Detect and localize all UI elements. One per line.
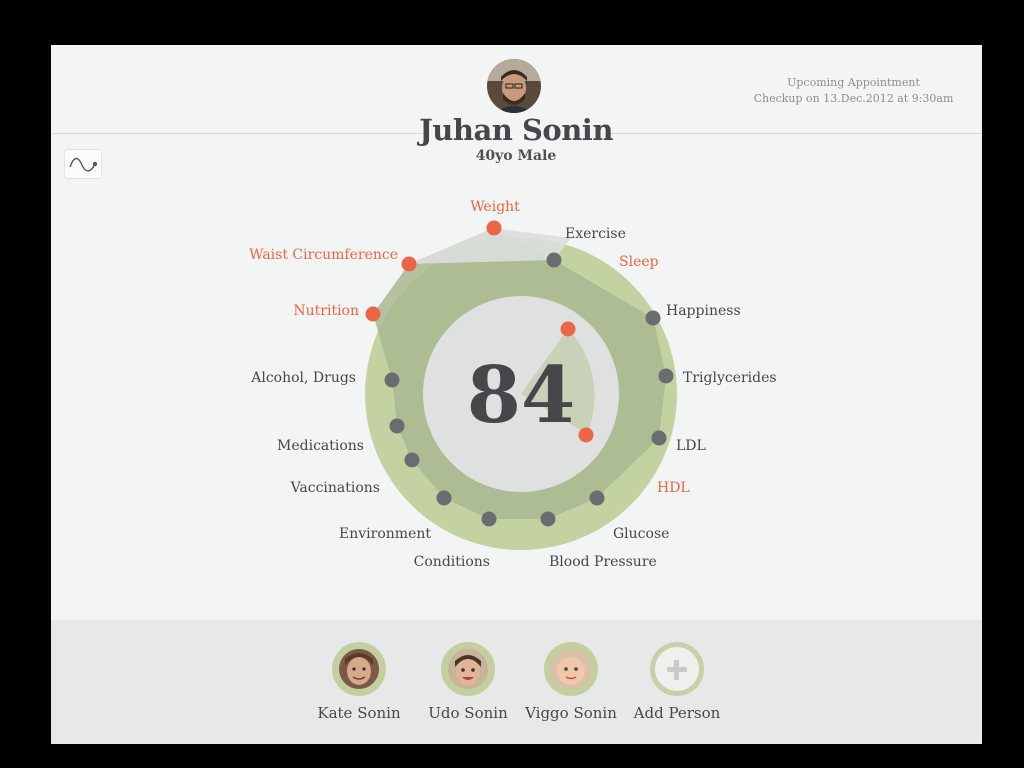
metric-label-triglycerides[interactable]: Triglycerides bbox=[683, 370, 777, 386]
metric-dot-ldl[interactable] bbox=[651, 430, 667, 446]
person-ring bbox=[332, 642, 386, 696]
metric-label-hdl[interactable]: HDL bbox=[657, 480, 690, 496]
person-udo[interactable]: Udo Sonin bbox=[408, 642, 528, 722]
health-wheel: 84 Weight Exercise Sleep Happiness Triglycer… bbox=[249, 199, 777, 570]
metric-label-ldl[interactable]: LDL bbox=[676, 438, 706, 454]
metric-dot-sleep[interactable] bbox=[560, 321, 576, 337]
app-screen: Juhan Sonin 40yo Male Upcoming Appointme… bbox=[51, 45, 982, 744]
add-person-label: Add Person bbox=[633, 704, 721, 722]
person-avatar bbox=[551, 649, 591, 689]
metric-label-glucose[interactable]: Glucose bbox=[613, 526, 669, 542]
metric-dot-alcohol-drugs[interactable] bbox=[384, 372, 400, 388]
metric-dot-waist-circumference[interactable] bbox=[401, 256, 417, 272]
family-bar: Kate Sonin Udo Sonin Viggo Sonin Add Per… bbox=[51, 620, 982, 744]
metric-label-sleep[interactable]: Sleep bbox=[619, 254, 659, 270]
metric-dot-blood-pressure[interactable] bbox=[540, 511, 556, 527]
person-avatar bbox=[339, 649, 379, 689]
metric-label-environment[interactable]: Environment bbox=[339, 526, 431, 542]
metric-label-weight[interactable]: Weight bbox=[470, 199, 520, 215]
person-avatar bbox=[448, 649, 488, 689]
metric-dot-environment[interactable] bbox=[436, 490, 452, 506]
metric-dot-exercise[interactable] bbox=[546, 252, 562, 268]
add-person-button[interactable]: Add Person bbox=[617, 642, 737, 722]
metric-label-happiness[interactable]: Happiness bbox=[666, 303, 741, 319]
metric-label-vaccinations[interactable]: Vaccinations bbox=[290, 480, 380, 496]
avatar-photo-icon bbox=[551, 649, 591, 689]
metric-dot-medications[interactable] bbox=[389, 418, 405, 434]
metric-dot-vaccinations[interactable] bbox=[404, 452, 420, 468]
person-ring bbox=[544, 642, 598, 696]
metric-label-blood-pressure[interactable]: Blood Pressure bbox=[549, 554, 657, 570]
metric-label-conditions[interactable]: Conditions bbox=[414, 554, 490, 570]
metric-dot-hdl[interactable] bbox=[578, 427, 594, 443]
person-ring bbox=[441, 642, 495, 696]
metric-dot-nutrition[interactable] bbox=[365, 306, 381, 322]
avatar-photo-icon bbox=[339, 649, 379, 689]
person-name: Udo Sonin bbox=[428, 704, 508, 722]
plus-icon bbox=[650, 642, 704, 696]
person-name: Kate Sonin bbox=[317, 704, 401, 722]
person-viggo[interactable]: Viggo Sonin bbox=[511, 642, 631, 722]
person-kate[interactable]: Kate Sonin bbox=[299, 642, 419, 722]
overall-score: 84 bbox=[467, 350, 576, 441]
metric-dot-glucose[interactable] bbox=[589, 490, 605, 506]
metric-dot-happiness[interactable] bbox=[645, 310, 661, 326]
metric-dot-triglycerides[interactable] bbox=[658, 368, 674, 384]
avatar-photo-icon bbox=[448, 649, 488, 689]
metric-dot-weight[interactable] bbox=[486, 220, 502, 236]
metric-label-nutrition[interactable]: Nutrition bbox=[293, 303, 359, 319]
metric-dot-conditions[interactable] bbox=[481, 511, 497, 527]
metric-label-exercise[interactable]: Exercise bbox=[565, 226, 626, 242]
person-name: Viggo Sonin bbox=[525, 704, 617, 722]
metric-label-waist-circumference[interactable]: Waist Circumference bbox=[249, 247, 398, 263]
metric-label-alcohol-drugs[interactable]: Alcohol, Drugs bbox=[250, 370, 356, 386]
metric-label-medications[interactable]: Medications bbox=[277, 438, 364, 454]
